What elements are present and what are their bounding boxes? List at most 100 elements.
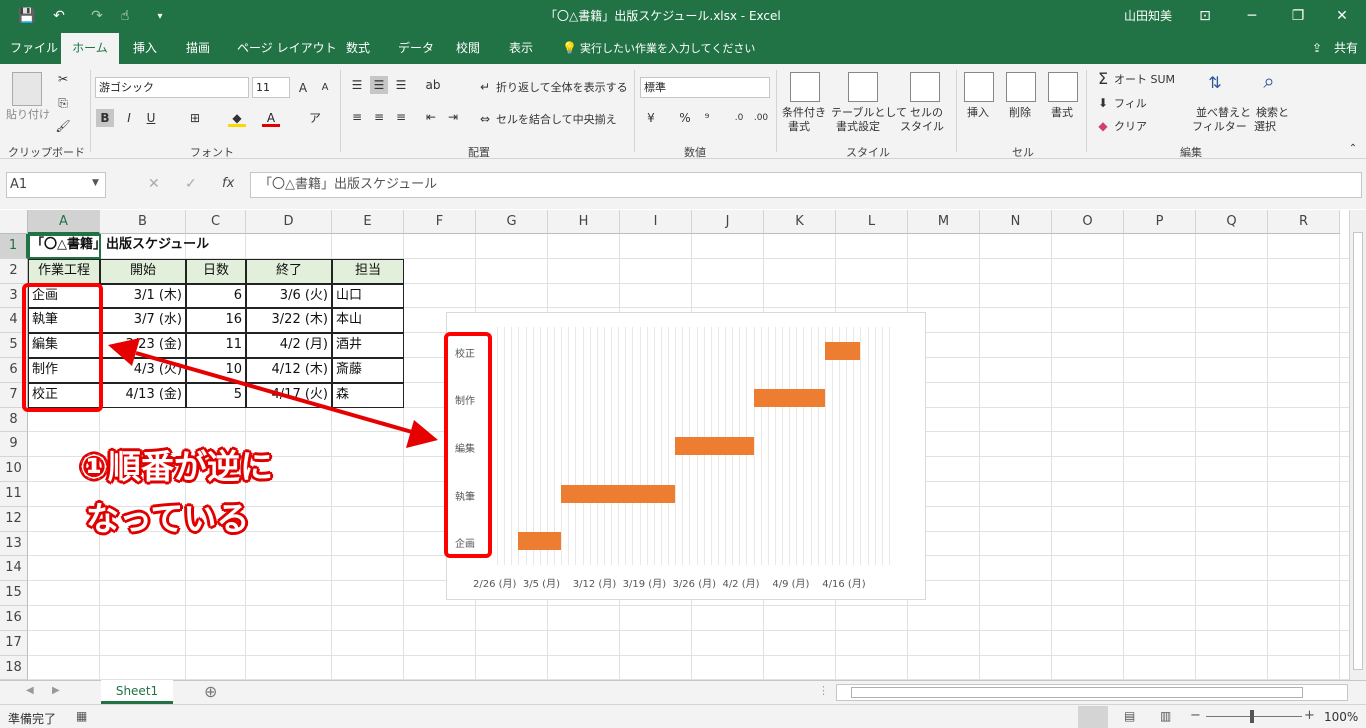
align-left-icon[interactable]: ≡ <box>348 108 366 126</box>
table-cell[interactable]: 10 <box>186 358 246 383</box>
collapse-ribbon-icon[interactable]: ⌃ <box>1344 140 1362 158</box>
row-header-1[interactable]: 1 <box>0 234 28 259</box>
zoom-slider-thumb[interactable] <box>1250 710 1254 723</box>
horizontal-scrollbar[interactable] <box>836 684 1348 701</box>
tell-me-input[interactable]: 実行したい作業を入力してください <box>580 33 755 64</box>
save-icon[interactable]: 💾 <box>14 0 40 33</box>
macro-record-icon[interactable]: ▦ <box>76 709 87 723</box>
prev-sheet-icon[interactable]: ◀ <box>26 685 34 696</box>
align-center-icon[interactable]: ≡ <box>370 108 388 126</box>
page-layout-view-icon[interactable]: ▤ <box>1124 709 1135 723</box>
table-header-cell[interactable]: 開始 <box>100 258 186 284</box>
table-cell[interactable]: 4/17 (火) <box>246 382 332 408</box>
comma-button[interactable]: ⁹ <box>698 109 716 127</box>
borders-icon[interactable]: ⊞ <box>186 109 204 127</box>
clear-button[interactable]: クリア <box>1114 120 1147 134</box>
row-header-18[interactable]: 18 <box>0 655 28 680</box>
column-header-R[interactable]: R <box>1268 210 1340 234</box>
copy-icon[interactable]: ⎘ <box>54 94 72 112</box>
wrap-text-button[interactable]: 折り返して全体を表示する <box>496 81 628 95</box>
paste-icon[interactable] <box>12 72 42 106</box>
column-header-C[interactable]: C <box>186 210 246 234</box>
row-header-14[interactable]: 14 <box>0 556 28 582</box>
fill-icon[interactable]: ⬇ <box>1094 94 1112 112</box>
column-header-L[interactable]: L <box>836 210 908 234</box>
row-header-2[interactable]: 2 <box>0 258 28 284</box>
tab-data[interactable]: データ <box>398 33 434 64</box>
tab-file[interactable]: ファイル <box>10 33 58 64</box>
undo-icon[interactable]: ↶ <box>46 0 72 33</box>
currency-icon[interactable]: ¥ <box>642 109 660 127</box>
align-top-icon[interactable]: ☰ <box>348 76 366 94</box>
page-break-view-icon[interactable]: ▥ <box>1160 709 1171 723</box>
cut-icon[interactable]: ✂ <box>54 70 72 88</box>
column-header-D[interactable]: D <box>246 210 332 234</box>
align-middle-icon[interactable]: ☰ <box>370 76 388 94</box>
column-header-B[interactable]: B <box>100 210 186 234</box>
phonetic-icon[interactable]: ア <box>306 109 324 127</box>
column-header-M[interactable]: M <box>908 210 980 234</box>
touch-mode-icon[interactable]: ☝ <box>114 0 136 33</box>
share-icon[interactable]: ⇪ <box>1312 33 1322 64</box>
row-header-9[interactable]: 9 <box>0 432 28 458</box>
table-cell[interactable]: 森 <box>332 382 404 408</box>
table-cell[interactable]: 4/3 (火) <box>100 358 186 383</box>
horizontal-scroll-thumb[interactable] <box>851 687 1303 698</box>
zoom-out-icon[interactable]: − <box>1190 708 1201 723</box>
name-box[interactable]: A1 <box>6 172 106 198</box>
insert-cells-icon[interactable] <box>964 72 994 102</box>
select-all-corner[interactable] <box>0 210 28 234</box>
table-cell[interactable]: 4/13 (金) <box>100 382 186 408</box>
sheet-tab-sheet1[interactable]: Sheet1 <box>101 680 173 704</box>
vertical-scrollbar[interactable] <box>1349 210 1366 680</box>
format-cells-icon[interactable] <box>1048 72 1078 102</box>
format-cells-button[interactable]: 書式 <box>1051 106 1073 120</box>
tab-page-layout[interactable]: ページ レイアウト <box>237 33 337 64</box>
clear-icon[interactable]: ◆ <box>1094 117 1112 135</box>
fill-color-icon[interactable]: ◆ <box>228 109 246 127</box>
sort-filter-icon[interactable]: ⇅ <box>1206 74 1224 92</box>
align-bottom-icon[interactable]: ☰ <box>392 76 410 94</box>
formula-input[interactable]: 「〇△書籍」出版スケジュール <box>250 172 1362 198</box>
column-header-K[interactable]: K <box>764 210 836 234</box>
format-as-table-line1[interactable]: テーブルとして <box>831 106 907 120</box>
column-header-J[interactable]: J <box>692 210 764 234</box>
close-icon[interactable]: ✕ <box>1322 0 1362 33</box>
font-color-icon[interactable]: A <box>262 109 280 127</box>
column-header-O[interactable]: O <box>1052 210 1124 234</box>
vertical-scroll-thumb[interactable] <box>1353 232 1363 670</box>
table-cell[interactable]: 斎藤 <box>332 358 404 383</box>
column-header-E[interactable]: E <box>332 210 404 234</box>
column-header-H[interactable]: H <box>548 210 620 234</box>
decrease-decimal-icon[interactable]: .00 <box>752 109 770 127</box>
conditional-formatting-line2[interactable]: 書式 <box>788 120 810 134</box>
user-name[interactable]: 山田知美 <box>1124 0 1172 33</box>
table-cell[interactable]: 16 <box>186 308 246 334</box>
share-button[interactable]: 共有 <box>1334 33 1358 64</box>
table-cell[interactable]: 3/7 (水) <box>100 308 186 334</box>
table-cell[interactable]: 4/2 (月) <box>246 333 332 358</box>
orientation-icon[interactable]: ab <box>424 76 442 94</box>
underline-button[interactable]: U <box>142 109 160 127</box>
insert-cells-button[interactable]: 挿入 <box>967 106 989 120</box>
sort-filter-line1[interactable]: 並べ替えと <box>1196 106 1251 120</box>
cell-styles-line2[interactable]: スタイル <box>900 120 944 134</box>
row-header-12[interactable]: 12 <box>0 506 28 532</box>
row-header-17[interactable]: 17 <box>0 630 28 656</box>
zoom-in-icon[interactable]: + <box>1304 708 1315 723</box>
find-select-line2[interactable]: 選択 <box>1254 120 1276 134</box>
table-cell[interactable]: 3/22 (木) <box>246 308 332 334</box>
sort-filter-line2[interactable]: フィルター <box>1192 120 1247 134</box>
tab-formulas[interactable]: 数式 <box>346 33 370 64</box>
tab-home[interactable]: ホーム <box>61 33 119 64</box>
table-cell[interactable]: 6 <box>186 283 246 309</box>
normal-view-icon[interactable] <box>1078 706 1108 728</box>
delete-cells-icon[interactable] <box>1006 72 1036 102</box>
row-header-16[interactable]: 16 <box>0 606 28 631</box>
find-select-icon[interactable]: ⌕ <box>1260 71 1278 91</box>
tab-view[interactable]: 表示 <box>509 33 533 64</box>
cell-styles-line1[interactable]: セルの <box>910 106 943 120</box>
percent-button[interactable]: % <box>676 109 694 127</box>
increase-indent-icon[interactable]: ⇥ <box>444 108 462 126</box>
font-size-select[interactable]: 11 <box>252 77 290 98</box>
